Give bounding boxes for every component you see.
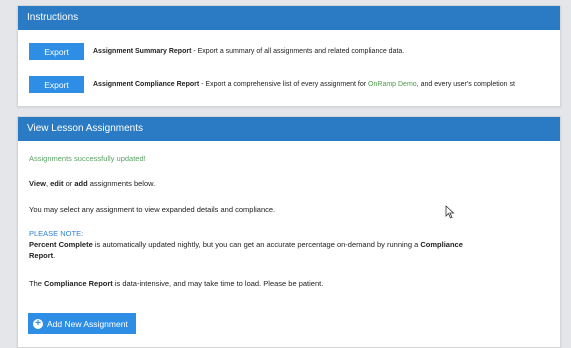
warning-post: is data-intensive, and may take time to …: [112, 279, 324, 288]
compliance-report-warning: The Compliance Report is data-intensive,…: [29, 278, 323, 289]
select-assignment-text: You may select any assignment to view ex…: [29, 205, 276, 214]
separator-or: or: [63, 179, 75, 188]
summary-report-row: Export Assignment Summary Report - Expor…: [29, 43, 404, 60]
summary-report-description: Assignment Summary Report - Export a sum…: [93, 48, 404, 55]
instructions-panel: Instructions Export Assignment Summary R…: [17, 5, 561, 107]
compliance-report-text-before: - Export a comprehensive list of every a…: [199, 81, 369, 88]
plus-circle-icon: +: [33, 318, 43, 329]
warning-pre: The: [29, 279, 45, 288]
note-period: .: [53, 251, 56, 260]
instructions-header: Instructions: [18, 6, 560, 30]
please-note-title: PLEASE NOTE:: [29, 229, 84, 238]
warning-compliance-report: Compliance Report: [44, 279, 113, 288]
export-compliance-button[interactable]: Export: [29, 76, 84, 93]
percent-complete-label: Percent Complete: [29, 240, 93, 249]
summary-report-name: Assignment Summary Report: [93, 48, 192, 55]
add-new-assignment-button[interactable]: + Add New Assignment: [28, 313, 136, 334]
onramp-demo-link[interactable]: OnRamp Demo: [368, 81, 417, 88]
summary-report-text: - Export a summary of all assignments an…: [191, 48, 405, 55]
compliance-report-text-after: , and every user's completion st: [416, 81, 515, 88]
compliance-report-row: Export Assignment Compliance Report - Ex…: [29, 76, 515, 93]
view-edit-add-text: View, edit or add assignments below.: [29, 178, 155, 189]
percent-complete-note: Percent Complete is automatically update…: [29, 239, 469, 261]
lesson-assignments-header: View Lesson Assignments: [18, 117, 560, 141]
add-word: add: [74, 179, 88, 188]
mouse-cursor-icon: [445, 205, 455, 219]
compliance-report-name: Assignment Compliance Report: [93, 81, 200, 88]
view-word: View: [29, 179, 46, 188]
add-new-assignment-label: Add New Assignment: [47, 318, 128, 329]
assignments-below-text: assignments below.: [87, 179, 156, 188]
compliance-report-description: Assignment Compliance Report - Export a …: [93, 81, 515, 88]
lesson-assignments-panel: View Lesson Assignments Assignments succ…: [17, 116, 561, 348]
percent-complete-text: is automatically updated nightly, but yo…: [92, 240, 421, 249]
success-message: Assignments successfully updated!: [29, 154, 146, 163]
edit-word: edit: [50, 179, 64, 188]
export-summary-button[interactable]: Export: [29, 43, 84, 60]
